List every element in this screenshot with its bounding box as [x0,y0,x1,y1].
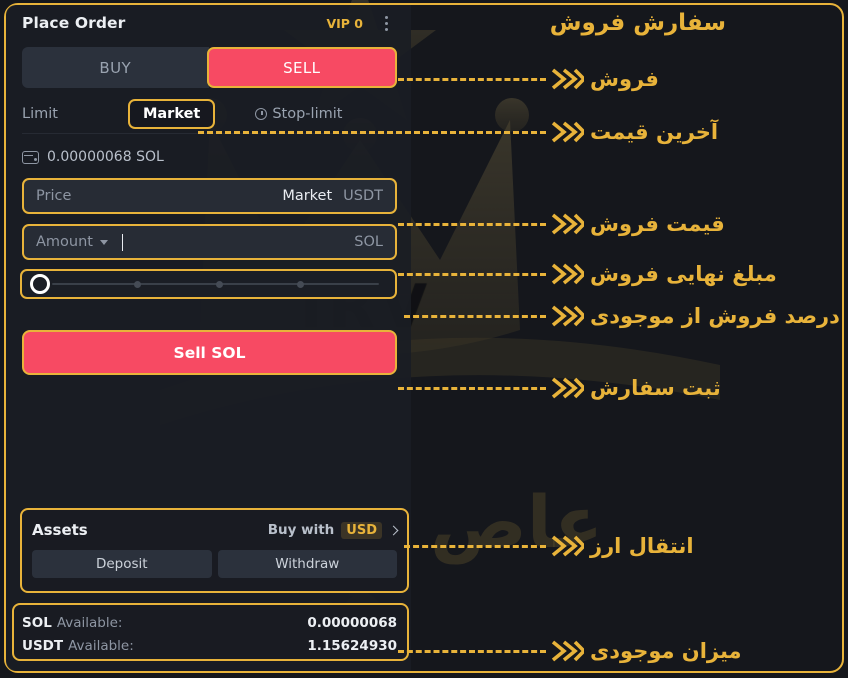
assets-title: Assets [32,521,88,539]
table-row: USDT Available: 1.15624930 [22,634,397,657]
chevron-down-icon[interactable] [99,239,108,245]
price-input-placeholder: Price [36,188,72,204]
order-type-tabs: Limit Market Stop-limit [22,94,397,134]
kebab-menu-icon[interactable] [385,15,388,31]
price-input[interactable]: Price Market USDT [22,178,397,214]
assets-card: Assets Buy with USD Deposit Withdraw [20,508,409,593]
text-cursor [121,233,124,251]
chevron-triple-icon [550,117,584,147]
amount-input[interactable]: Amount SOL [22,224,397,260]
annotation-label: ثبت سفارش [590,376,721,400]
available-symbol: USDT [22,637,64,654]
deposit-button[interactable]: Deposit [32,550,212,578]
annotation-dash [398,222,546,226]
tab-market[interactable]: Market [127,98,216,129]
annotation-title: سفارش فروش [549,10,726,36]
buy-with-label: Buy with [267,522,335,538]
available-value: 1.15624930 [307,637,397,654]
available-label: Available: [56,614,123,631]
annotation-final-amount: مبلغ نهایی فروش [398,259,777,289]
tab-limit[interactable]: Limit [22,106,58,122]
annotation-dash [398,649,546,653]
annotation-transfer: انتقال ارز [404,531,694,561]
chevron-right-icon [388,525,399,535]
slider-handle[interactable] [30,274,50,294]
amount-input-placeholder: Amount [36,234,93,250]
annotation-label: انتقال ارز [590,534,694,558]
place-order-panel: Place Order VIP 0 BUY SELL Limit Market … [6,5,411,671]
annotation-label: مبلغ نهایی فروش [590,262,777,286]
buy-tab[interactable]: BUY [22,47,209,88]
available-value: 0.00000068 [307,614,397,631]
annotation-sell-price: قیمت فروش [398,209,725,239]
slider-mark-75[interactable] [297,280,305,288]
wallet-icon [22,150,39,164]
annotation-dash [398,77,546,81]
annotation-submit: ثبت سفارش [398,373,721,403]
sell-sol-button[interactable]: Sell SOL [22,330,397,375]
order-side-toggle: BUY SELL [22,47,397,88]
amount-unit-label: SOL [354,234,383,250]
chevron-triple-icon [550,209,584,239]
page-title: Place Order [22,14,126,32]
wallet-balance-line: 0.00000068 SOL [22,146,395,168]
price-unit-label: USDT [343,188,383,204]
annotation-label: درصد فروش از موجودی [590,304,840,328]
available-label: Available: [68,637,134,654]
annotation-label: فروش [590,67,659,91]
chevron-triple-icon [550,636,584,666]
tab-stop-limit-label: Stop-limit [272,105,343,122]
annotation-label: قیمت فروش [590,212,725,236]
panel-header: Place Order VIP 0 [6,5,411,41]
available-symbol: SOL [22,614,52,631]
chevron-triple-icon [550,301,584,331]
amount-percent-slider[interactable] [20,269,397,299]
annotation-label: میزان موجودی [590,639,742,663]
annotation-dash [404,544,546,548]
table-row: SOL Available: 0.00000068 [22,611,397,634]
annotation-percent: درصد فروش از موجودی [404,301,840,331]
available-balances-card: SOL Available: 0.00000068 USDT Available… [12,603,409,661]
chevron-triple-icon [550,531,584,561]
price-market-label: Market [282,188,333,204]
withdraw-button[interactable]: Withdraw [217,550,397,578]
annotation-sell: فروش [398,64,659,94]
tab-stop-limit[interactable]: Stop-limit [255,106,342,122]
annotation-balance: میزان موجودی [398,636,742,666]
sell-tab[interactable]: SELL [206,47,397,88]
chevron-triple-icon [550,259,584,289]
buy-with-usd-link[interactable]: Buy with USD [267,521,399,539]
chevron-triple-icon [550,64,584,94]
slider-track[interactable] [52,280,379,288]
usd-currency-chip[interactable]: USD [341,521,382,539]
chevron-triple-icon [550,373,584,403]
annotation-dash [398,272,546,276]
slider-mark-25[interactable] [133,280,141,288]
assets-header: Assets Buy with USD [32,510,399,550]
slider-mark-50[interactable] [215,280,223,288]
clock-icon [255,107,268,120]
watermark-script-1: عاص [430,480,604,564]
wallet-balance-text: 0.00000068 SOL [47,149,164,165]
annotation-label: آخرین قیمت [590,120,719,144]
vip-badge: VIP 0 [326,15,363,31]
assets-actions: Deposit Withdraw [32,550,397,578]
annotation-dash [398,386,546,390]
annotation-dash [404,314,546,318]
